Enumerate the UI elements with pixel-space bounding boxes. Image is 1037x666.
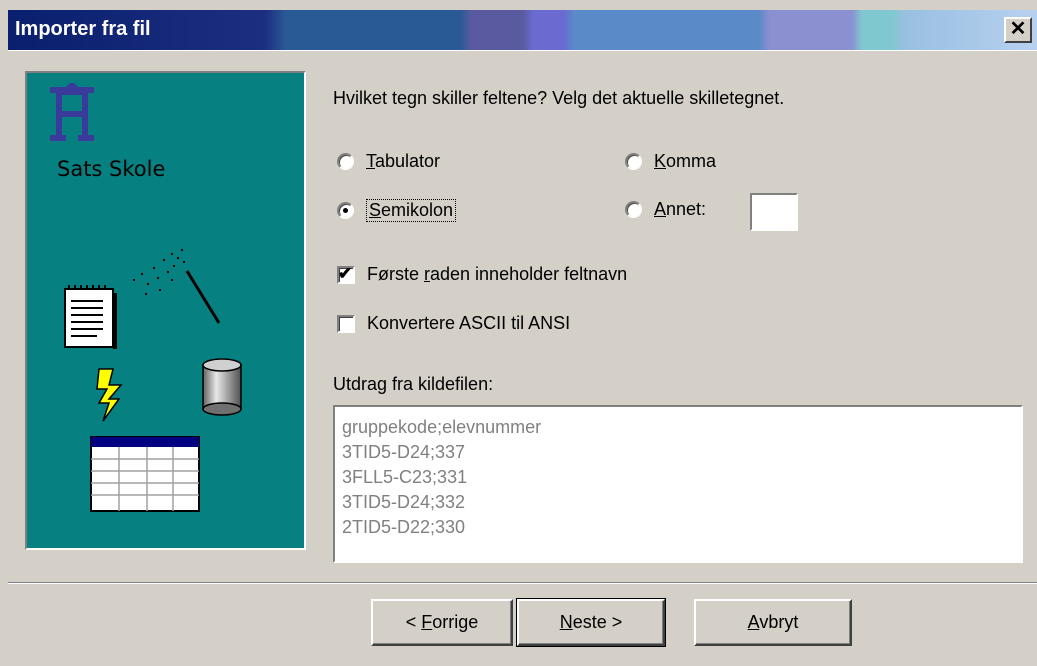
- other-delimiter-input[interactable]: [750, 193, 798, 231]
- radio-komma-label: Komma: [654, 151, 717, 171]
- title-bar[interactable]: Importer fra fil ✕: [8, 10, 1037, 50]
- radio-semikolon-label: Semikolon: [366, 199, 457, 222]
- import-dialog: Importer fra fil ✕ Sats Skole Hvilket te…: [0, 0, 1037, 666]
- back-button[interactable]: < Forrige: [371, 599, 513, 646]
- radio-tabulator-label: Tabulator: [366, 151, 441, 171]
- excerpt-line: 3TID5-D24;337: [342, 442, 466, 462]
- button-separator: [8, 582, 1037, 584]
- close-icon: ✕: [1009, 18, 1027, 40]
- checkbox-ascii-control[interactable]: [337, 314, 355, 333]
- checkbox-first-row-label: Første raden inneholder feltnavn: [367, 264, 628, 284]
- close-button[interactable]: ✕: [1004, 17, 1032, 43]
- radio-komma-control[interactable]: [625, 153, 642, 170]
- radio-komma[interactable]: Komma: [625, 151, 716, 172]
- sats-skole-logo: [50, 83, 94, 141]
- excerpt-line: 3FLL5-C23;331: [342, 467, 468, 487]
- excerpt-line: 3TID5-D24;332: [342, 492, 466, 512]
- table-icon: [90, 436, 200, 512]
- checkbox-convert-ascii[interactable]: Konvertere ASCII til ANSI: [337, 313, 570, 334]
- magic-wand-icon: [133, 249, 221, 324]
- checkmark-icon: ✔: [338, 263, 353, 283]
- excerpt-line: gruppekode;elevnummer: [342, 417, 542, 437]
- radio-annet-label: Annet:: [654, 199, 707, 219]
- radio-semikolon[interactable]: Semikolon: [337, 199, 457, 222]
- title-separator: [8, 50, 1037, 51]
- cancel-button-label: Avbryt: [747, 612, 799, 632]
- radio-tabulator[interactable]: Tabulator: [337, 151, 440, 172]
- checkbox-first-row-control[interactable]: ✔: [337, 263, 355, 284]
- radio-tabulator-control[interactable]: [337, 153, 354, 170]
- source-excerpt-box[interactable]: gruppekode;elevnummer 3TID5-D24;337 3FLL…: [333, 405, 1023, 563]
- next-button-label: Neste >: [559, 612, 623, 632]
- checkbox-first-row-field-names[interactable]: ✔ Første raden inneholder feltnavn: [337, 264, 627, 285]
- next-button[interactable]: Neste >: [516, 598, 666, 647]
- delimiter-question: Hvilket tegn skiller feltene? Velg det a…: [333, 88, 785, 108]
- database-icon: [202, 358, 242, 416]
- radio-annet[interactable]: Annet:: [625, 199, 706, 220]
- lightning-icon: [96, 368, 123, 422]
- brand-name: Sats Skole: [57, 157, 166, 181]
- excerpt-label: Utdrag fra kildefilen:: [333, 374, 494, 394]
- cancel-button[interactable]: Avbryt: [694, 599, 852, 646]
- wizard-illustration-panel: Sats Skole: [25, 71, 306, 550]
- checkbox-ascii-label: Konvertere ASCII til ANSI: [367, 313, 571, 333]
- radio-annet-control[interactable]: [625, 201, 642, 218]
- window-title: Importer fra fil: [15, 18, 151, 40]
- radio-semikolon-control[interactable]: [337, 202, 354, 219]
- back-button-label: < Forrige: [405, 612, 479, 632]
- excerpt-line: 2TID5-D22;330: [342, 517, 466, 537]
